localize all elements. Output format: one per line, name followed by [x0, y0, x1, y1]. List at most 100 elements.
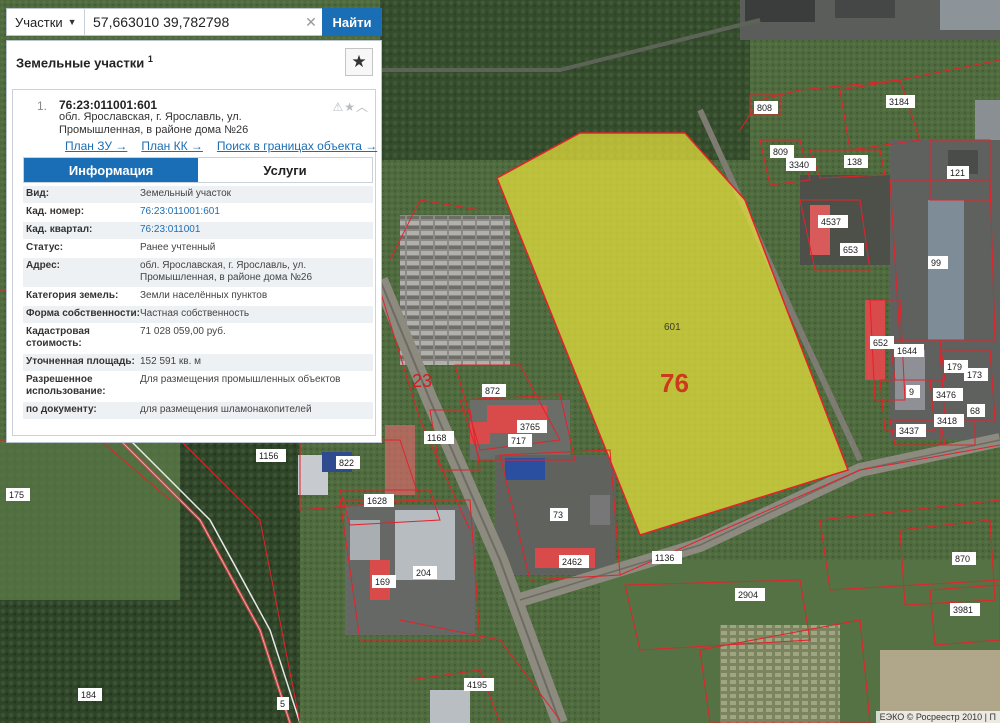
- parcel-number: 4537: [821, 217, 841, 227]
- building: [928, 200, 964, 340]
- parcel-number: 653: [843, 245, 858, 255]
- result-cad-number[interactable]: 76:23:011001:601: [59, 98, 157, 112]
- warning-icon[interactable]: ⚠: [332, 100, 344, 114]
- search-input[interactable]: [85, 9, 300, 35]
- building: [430, 690, 470, 723]
- parcel-number: 1644: [897, 346, 917, 356]
- star-icon[interactable]: ★: [344, 100, 356, 114]
- building: [975, 100, 1000, 140]
- favorite-star-button[interactable]: ★: [345, 48, 373, 76]
- parcel-number: 717: [511, 436, 526, 446]
- parcel-number: 175: [9, 490, 24, 500]
- attribute-row: Кадастровая стоимость: 71 028 059,00 руб.: [23, 323, 373, 353]
- tab-services[interactable]: Услуги: [198, 158, 372, 182]
- attribute-row: Кад. квартал: 76:23:011001: [23, 221, 373, 239]
- parcel-number: 73: [553, 510, 563, 520]
- attribute-row: по документу: для размещения шламонакопит…: [23, 401, 373, 419]
- collapse-icon[interactable]: ︿: [356, 100, 369, 114]
- parcel-number: 173: [967, 370, 982, 380]
- search-type-label: Участки: [15, 14, 63, 30]
- clear-icon[interactable]: ✕: [300, 9, 322, 35]
- plan-zu-link[interactable]: План ЗУ →: [65, 139, 127, 153]
- attribute-value: Земли населённых пунктов: [140, 290, 268, 301]
- parcel-number: 68: [970, 406, 980, 416]
- attribute-table: Вид: Земельный участок Кад. номер: 76:23:0…: [23, 185, 373, 419]
- result-card: 1. 76:23:011001:601 обл. Ярославская, г.…: [12, 89, 377, 436]
- search-bar: Участки ▼ ✕ Найти: [6, 8, 382, 36]
- attribute-value: Для размещения промышленных объектов: [140, 374, 341, 385]
- district-label: 23: [412, 371, 432, 391]
- attribute-row: Форма собственности: Частная собственност…: [23, 305, 373, 323]
- attribute-label: Вид:: [26, 188, 50, 199]
- parcel-number: 872: [485, 386, 500, 396]
- parcel-number: 179: [947, 362, 962, 372]
- parcel-number: 184: [81, 690, 96, 700]
- parcel-number: 822: [339, 458, 354, 468]
- tab-information[interactable]: Информация: [24, 158, 198, 182]
- building: [590, 495, 610, 525]
- parcel-number: 652: [873, 338, 888, 348]
- attribute-row: Кад. номер: 76:23:011001:601: [23, 203, 373, 221]
- search-in-bounds-link[interactable]: Поиск в границах объекта →: [217, 139, 377, 153]
- parcel-number: 1136: [655, 553, 674, 563]
- attribute-label: Статус:: [26, 242, 64, 253]
- attribute-value: Ранее учтенный: [140, 242, 216, 253]
- parcel-number: 121: [950, 168, 965, 178]
- attribute-value-link[interactable]: 76:23:011001:601: [140, 206, 373, 218]
- star-icon: ★: [351, 52, 367, 71]
- parcel-number: 3437: [899, 426, 919, 436]
- parcel-label: 601: [664, 322, 681, 333]
- building: [745, 0, 815, 22]
- attribute-row: Уточненная площадь: 152 591 кв. м: [23, 353, 373, 371]
- attribute-label: Адрес:: [26, 260, 60, 271]
- attribute-value: 71 028 059,00 руб.: [140, 326, 226, 337]
- attribute-label: Разрешенное использование:: [26, 374, 106, 397]
- garage-complex: [720, 625, 840, 723]
- parcel-number: 3476: [936, 390, 956, 400]
- parcel-number: 3981: [953, 605, 973, 615]
- attribute-value-link[interactable]: 76:23:011001: [140, 224, 373, 236]
- parcel-number: 9: [909, 387, 914, 397]
- attribute-row: Статус: Ранее учтенный: [23, 239, 373, 257]
- plan-kk-link[interactable]: План КК →: [141, 139, 203, 153]
- building: [350, 520, 380, 560]
- attribute-label: по документу:: [26, 404, 97, 415]
- parcel-number: 5: [280, 699, 285, 709]
- map-attribution: ЕЭКО © Росреестр 2010 | П: [875, 711, 1000, 723]
- garage-complex: [400, 215, 510, 365]
- parcel-number: 3184: [889, 97, 909, 107]
- attribute-row: Категория земель: Земли населённых пункто…: [23, 287, 373, 305]
- attribute-label: Форма собственности:: [26, 308, 140, 319]
- parcel-number: 3418: [937, 416, 957, 426]
- parcel-number: 99: [931, 258, 941, 268]
- attribute-label: Категория земель:: [26, 290, 119, 301]
- building: [810, 205, 830, 255]
- building: [385, 425, 415, 495]
- attribute-value: Земельный участок: [140, 188, 232, 199]
- result-tabs: Информация Услуги: [23, 157, 373, 183]
- parcel-number: 809: [773, 147, 788, 157]
- card-actions: ⚠★︿: [332, 98, 369, 115]
- result-links: План ЗУ → План КК → Поиск в границах объ…: [59, 139, 377, 153]
- attribute-label: Кад. номер:: [26, 206, 85, 217]
- parcel-number: 2462: [562, 557, 582, 567]
- parcel-number: 1628: [367, 496, 387, 506]
- panel-header: Земельные участки 1 ★: [7, 41, 381, 83]
- building: [940, 0, 1000, 30]
- panel-title-text: Земельные участки: [16, 55, 145, 71]
- search-type-dropdown[interactable]: Участки ▼: [7, 9, 85, 35]
- parcel-number: 2904: [738, 590, 758, 600]
- attribute-value: для размещения шламонакопителей: [140, 404, 312, 415]
- attribute-label: Кадастровая стоимость:: [26, 326, 90, 349]
- parcel-number: 138: [847, 157, 862, 167]
- quarter-label: 76: [660, 368, 689, 398]
- parcel-number: 808: [757, 103, 772, 113]
- forest-area: [380, 0, 750, 160]
- result-address: обл. Ярославская, г. Ярославль, ул. Пром…: [59, 111, 249, 136]
- parcel-number: 204: [416, 568, 431, 578]
- search-button[interactable]: Найти: [322, 8, 382, 36]
- parcel-number: 1156: [259, 451, 278, 461]
- building: [835, 0, 895, 18]
- parcel-number: 4195: [467, 680, 487, 690]
- parcel-number: 870: [955, 554, 970, 564]
